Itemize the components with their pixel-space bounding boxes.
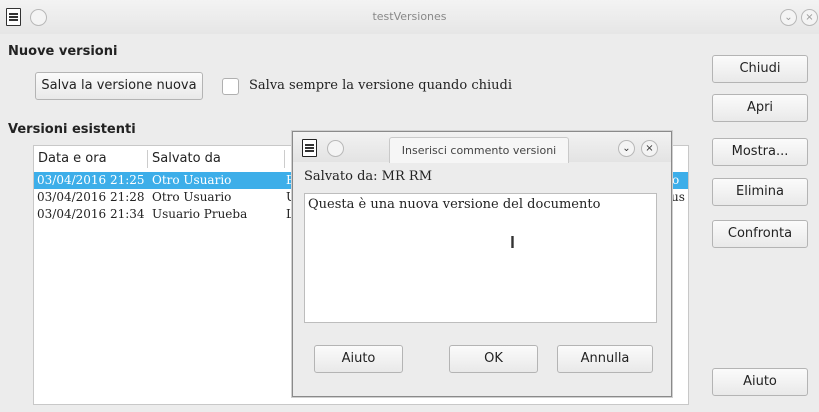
show-button[interactable]: Mostra... [712,138,808,166]
comment-textarea[interactable]: Questa è una nuova versione del document… [304,193,657,323]
open-button[interactable]: Apri [712,94,808,122]
document-icon [302,139,317,157]
close-icon[interactable]: × [641,140,658,157]
help-button[interactable]: Aiuto [712,368,808,396]
close-icon[interactable]: × [801,9,818,26]
cell-author: Otro Usuario [152,190,232,204]
cell-date: 03/04/2016 21:34 [37,207,145,221]
window-title: testVersiones [372,10,447,23]
compare-button[interactable]: Confronta [712,220,808,248]
cell-author: Otro Usuario [152,173,232,187]
chevron-down-icon[interactable]: ⌄ [780,9,797,26]
window-titlebar: testVersiones ⌄ × [0,0,819,34]
column-header-date[interactable]: Data e ora [38,146,107,171]
always-save-checkbox[interactable] [222,78,239,95]
text-cursor-icon: 𝐈 [510,233,515,252]
cell-comment-tail: o [672,173,680,187]
comment-text: Questa è una nuova versione del document… [308,197,601,212]
dialog-titlebar: Inserisci commento versioni ⌄ × [293,132,671,163]
save-new-version-button[interactable]: Salva la versione nuova [35,72,203,100]
cancel-button[interactable]: Annulla [557,345,653,373]
column-divider [147,150,148,168]
dialog-title: Inserisci commento versioni [389,137,569,163]
saved-by-label: Salvato da: MR RM [304,169,433,184]
dialog-help-button[interactable]: Aiuto [314,345,403,373]
insert-comment-dialog: Inserisci commento versioni ⌄ × Salvato … [292,131,672,397]
section-new-versions: Nuove versioni [8,44,118,59]
always-save-label: Salva sempre la versione quando chiudi [249,78,513,93]
column-divider [284,150,285,168]
chevron-down-icon[interactable]: ⌄ [618,140,635,157]
close-button[interactable]: Chiudi [712,55,808,83]
column-header-author[interactable]: Salvato da [152,146,221,171]
ok-button[interactable]: OK [449,345,538,373]
section-existing-versions: Versioni esistenti [8,122,136,137]
cell-date: 03/04/2016 21:28 [37,190,145,204]
dialog-menu-icon[interactable] [327,140,344,157]
cell-date: 03/04/2016 21:25 [37,173,145,187]
delete-button[interactable]: Elimina [712,178,808,206]
cell-author: Usuario Prueba [152,207,248,221]
